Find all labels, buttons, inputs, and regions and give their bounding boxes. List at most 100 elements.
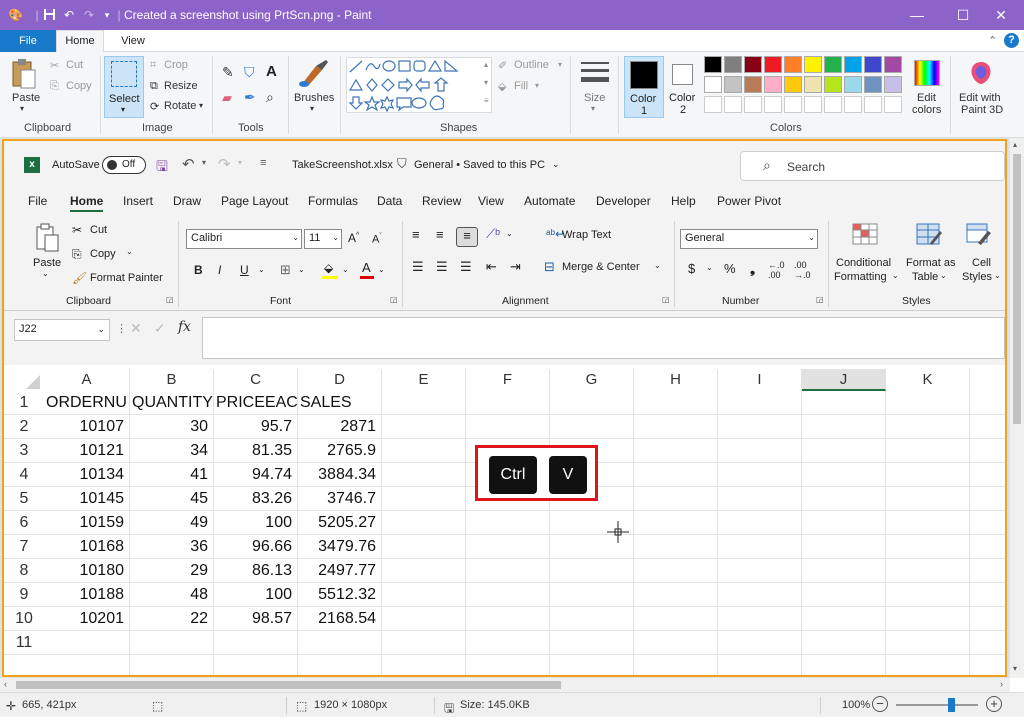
data-cell[interactable]: 34 bbox=[130, 439, 208, 463]
palette-swatch[interactable] bbox=[824, 56, 842, 73]
align-left-icon[interactable]: ☰ bbox=[412, 259, 424, 275]
fill-color-icon[interactable]: ⬙ bbox=[322, 261, 338, 279]
cancel-entry-icon[interactable]: ✕ bbox=[130, 320, 142, 337]
palette-swatch[interactable] bbox=[744, 76, 762, 93]
tab-file[interactable]: File bbox=[0, 30, 56, 52]
image-canvas[interactable]: x AutoSave Off 🖫 ↶ ▾ ↷ ▾ ≡ TakeScreensho… bbox=[2, 139, 1007, 677]
accounting-format-icon[interactable]: $ bbox=[688, 261, 695, 276]
header-cell[interactable]: QUANTITY bbox=[132, 391, 214, 415]
data-cell[interactable]: 3884.34 bbox=[298, 463, 376, 487]
palette-swatch[interactable] bbox=[724, 56, 742, 73]
xl-tab-formulas[interactable]: Formulas bbox=[308, 194, 358, 208]
palette-swatch[interactable] bbox=[764, 56, 782, 73]
customize-quick-access-icon[interactable]: ≡ bbox=[260, 157, 266, 169]
data-cell[interactable]: 48 bbox=[130, 583, 208, 607]
decrease-indent-icon[interactable]: ⇤ bbox=[486, 259, 497, 275]
align-middle-icon[interactable]: ≡ bbox=[436, 227, 444, 242]
palette-swatch[interactable] bbox=[844, 76, 862, 93]
palette-empty-swatch[interactable] bbox=[784, 96, 802, 113]
outline-button[interactable]: Outline bbox=[514, 59, 549, 71]
text-icon[interactable]: A bbox=[266, 63, 277, 80]
row-header-7[interactable]: 7 bbox=[4, 535, 44, 559]
row-header-8[interactable]: 8 bbox=[4, 559, 44, 583]
autosave-toggle[interactable]: Off bbox=[102, 156, 146, 174]
tab-home[interactable]: Home bbox=[56, 30, 104, 53]
borders-icon[interactable]: ⊞ bbox=[280, 262, 291, 278]
fill-dropdown-icon[interactable]: ▾ bbox=[535, 81, 539, 90]
bold-icon[interactable]: B bbox=[194, 263, 203, 277]
excel-undo-icon[interactable]: ↶ bbox=[182, 155, 195, 173]
data-cell[interactable]: 2765.9 bbox=[298, 439, 376, 463]
palette-swatch[interactable] bbox=[784, 76, 802, 93]
excel-redo-icon[interactable]: ↷ bbox=[218, 155, 231, 173]
outline-dropdown-icon[interactable]: ▾ bbox=[558, 60, 562, 69]
data-cell[interactable]: 36 bbox=[130, 535, 208, 559]
brushes-button[interactable]: Brushes bbox=[294, 92, 334, 104]
palette-swatch[interactable] bbox=[724, 76, 742, 93]
palette-swatch[interactable] bbox=[784, 56, 802, 73]
column-header-i[interactable]: I bbox=[718, 369, 802, 391]
xl-paste-dropdown-icon[interactable]: ⌄ bbox=[42, 269, 49, 278]
xl-copy-button[interactable]: Copy bbox=[90, 248, 116, 260]
decrease-decimal-icon[interactable]: .00 →.0 bbox=[794, 260, 811, 280]
increase-indent-icon[interactable]: ⇥ bbox=[510, 259, 521, 275]
xl-copy-dropdown-icon[interactable]: ⌄ bbox=[126, 247, 133, 256]
data-cell[interactable]: 10180 bbox=[44, 559, 125, 583]
insert-function-icon[interactable]: fx bbox=[178, 319, 191, 335]
resize-button[interactable]: Resize bbox=[164, 80, 198, 92]
font-size-combo[interactable]: 11 ⌄ bbox=[304, 229, 342, 249]
palette-empty-swatch[interactable] bbox=[724, 96, 742, 113]
comma-style-icon[interactable]: ❟ bbox=[750, 261, 755, 277]
column-header-b[interactable]: B bbox=[130, 369, 214, 391]
data-cell[interactable]: 10145 bbox=[44, 487, 125, 511]
alignment-launcher-icon[interactable]: ◲ bbox=[662, 295, 670, 304]
number-launcher-icon[interactable]: ◲ bbox=[816, 295, 824, 304]
data-cell[interactable]: 2168.54 bbox=[298, 607, 376, 631]
data-cell[interactable]: 45 bbox=[130, 487, 208, 511]
format-as-table-label[interactable]: Format as bbox=[906, 257, 956, 269]
xl-tab-file[interactable]: File bbox=[28, 194, 47, 208]
shapes-more-icon[interactable]: ≡ bbox=[484, 96, 489, 105]
data-cell[interactable]: 10159 bbox=[44, 511, 125, 535]
palette-swatch[interactable] bbox=[844, 56, 862, 73]
align-bottom-icon[interactable]: ≡ bbox=[456, 227, 478, 247]
xl-paste-button[interactable]: Paste bbox=[33, 257, 61, 269]
horizontal-scroll-thumb[interactable] bbox=[16, 681, 561, 689]
font-color-icon[interactable]: A bbox=[360, 260, 374, 279]
edit-with-paint3d-label[interactable]: Edit with bbox=[959, 92, 1001, 104]
size-icon[interactable] bbox=[579, 58, 611, 88]
xl-tab-draw[interactable]: Draw bbox=[173, 194, 201, 208]
zoom-in-button[interactable]: + bbox=[986, 696, 1002, 712]
confirm-entry-icon[interactable]: ✓ bbox=[154, 320, 166, 337]
select-button[interactable]: Select ▾ bbox=[104, 56, 144, 118]
data-cell[interactable]: 3479.76 bbox=[298, 535, 376, 559]
fill-button[interactable]: Fill bbox=[514, 80, 528, 92]
wrap-text-button[interactable]: Wrap Text bbox=[562, 229, 611, 241]
excel-save-icon[interactable]: 🖫 bbox=[156, 156, 168, 180]
shapes-gallery[interactable] bbox=[346, 57, 492, 113]
data-cell[interactable]: 10188 bbox=[44, 583, 125, 607]
font-name-combo[interactable]: Calibri ⌄ bbox=[186, 229, 302, 249]
conditional-formatting-dropdown-icon[interactable]: ⌄ bbox=[892, 271, 899, 280]
scroll-up-icon[interactable]: ▴ bbox=[1013, 140, 1017, 149]
conditional-formatting-icon[interactable] bbox=[852, 223, 878, 247]
row-header-1[interactable]: 1 bbox=[4, 391, 44, 415]
save-icon[interactable] bbox=[42, 8, 56, 22]
palette-swatch[interactable] bbox=[884, 76, 902, 93]
palette-swatch[interactable] bbox=[824, 76, 842, 93]
xl-tab-insert[interactable]: Insert bbox=[123, 194, 153, 208]
orientation-icon[interactable]: ⟋ᵇ bbox=[486, 226, 500, 242]
scroll-down-icon[interactable]: ▾ bbox=[1013, 664, 1017, 673]
save-status[interactable]: General • Saved to this PC bbox=[414, 159, 545, 171]
edit-colors-label-2[interactable]: colors bbox=[912, 104, 941, 116]
format-painter-button[interactable]: Format Painter bbox=[90, 272, 163, 284]
column-header-j[interactable]: J bbox=[802, 369, 886, 391]
shapes-scroll-up-icon[interactable]: ▴ bbox=[484, 60, 488, 69]
color2-button[interactable]: Color 2 bbox=[666, 56, 700, 118]
column-header-f[interactable]: F bbox=[466, 369, 550, 391]
shapes-scroll-down-icon[interactable]: ▾ bbox=[484, 78, 488, 87]
italic-icon[interactable]: I bbox=[218, 263, 221, 277]
row-header-10[interactable]: 10 bbox=[4, 607, 44, 631]
data-cell[interactable]: 5512.32 bbox=[298, 583, 376, 607]
palette-swatch[interactable] bbox=[704, 56, 722, 73]
